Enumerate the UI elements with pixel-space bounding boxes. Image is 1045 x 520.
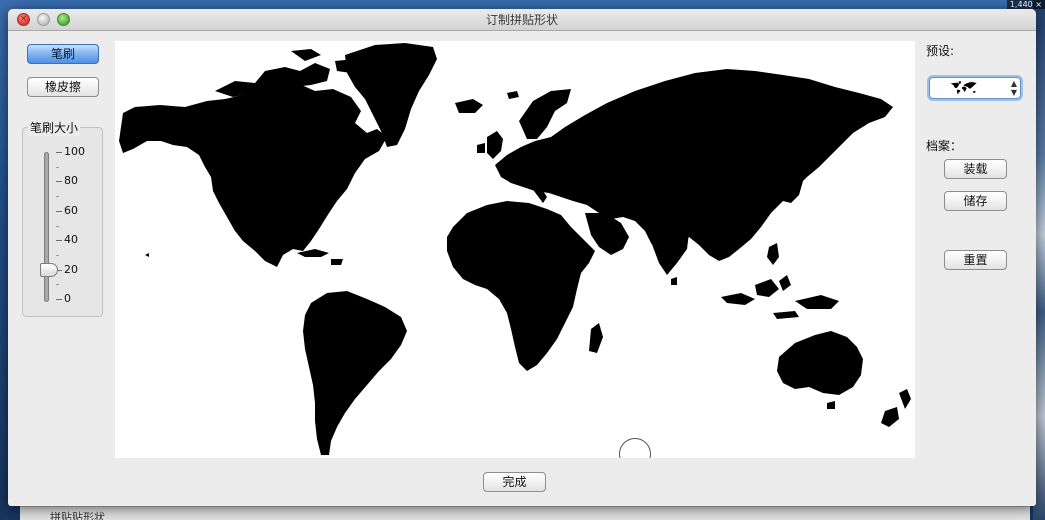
world-map-shape [119, 43, 911, 455]
preset-thumbnail [950, 81, 977, 95]
resolution-readout: 1,440 × [1006, 0, 1045, 9]
slider-tick-label: 40 [64, 233, 78, 247]
brush-button[interactable]: 笔刷 [27, 44, 99, 64]
slider-tick-label: 60 [64, 203, 78, 217]
brush-size-group [22, 127, 103, 317]
slider-minor-tick [56, 225, 59, 227]
brush-size-slider-thumb[interactable] [40, 262, 58, 277]
preset-label: 预设: [926, 44, 955, 58]
australia-shape [777, 331, 863, 395]
slider-tick [56, 299, 62, 300]
slider-minor-tick [56, 196, 59, 198]
brush-size-label: 笔刷大小 [28, 119, 81, 136]
slider-tick [56, 210, 62, 212]
load-button[interactable]: 装载 [944, 159, 1007, 179]
eraser-button[interactable]: 橡皮擦 [27, 77, 99, 97]
slider-tick [56, 181, 62, 183]
slider-tick-label: 0 [64, 292, 71, 305]
slider-minor-tick [56, 284, 59, 286]
save-button[interactable]: 储存 [944, 191, 1007, 211]
background-window: 拼贴贴形状 [20, 506, 1030, 520]
zoom-window-button[interactable] [57, 13, 70, 26]
slider-tick [56, 240, 62, 242]
slider-tick-label: 20 [64, 262, 78, 276]
africa-shape [447, 201, 595, 371]
slider-tick-label: 80 [64, 174, 78, 188]
preset-popup[interactable]: ▲ ▼ [929, 77, 1021, 99]
slider-minor-tick [56, 166, 59, 168]
done-button[interactable]: 完成 [483, 472, 546, 492]
reset-button[interactable]: 重置 [944, 250, 1007, 270]
close-icon: × [19, 14, 28, 24]
close-window-button[interactable]: × [17, 13, 30, 26]
slider-minor-tick [56, 254, 59, 256]
south-america-shape [303, 291, 407, 455]
title-bar[interactable]: 订制拼贴形状 × [8, 9, 1036, 31]
north-america-shape [119, 81, 387, 267]
archive-label: 档案： [926, 139, 963, 153]
chevron-updown-icon: ▲ ▼ [1010, 79, 1017, 97]
window-title: 订制拼贴形状 [485, 13, 558, 27]
minimize-window-button[interactable] [37, 13, 50, 26]
shape-canvas[interactable] [115, 41, 915, 458]
slider-tick-label: 100 [64, 145, 85, 158]
slider-tick [56, 152, 62, 153]
background-window-title: 拼贴贴形状 [50, 511, 105, 520]
brush-size-slider-track[interactable] [44, 152, 49, 302]
custom-tile-shape-dialog: 订制拼贴形状 × 笔刷 橡皮擦 笔刷大小 100 80 60 40 20 0 预… [8, 9, 1036, 506]
